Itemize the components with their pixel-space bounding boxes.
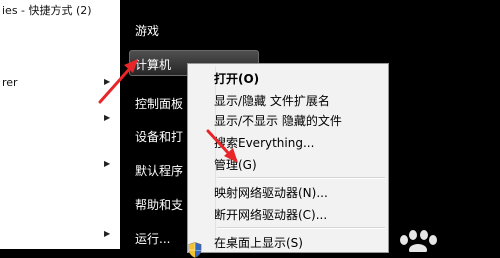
start-menu-default-programs[interactable]: 默认程序 [135, 162, 183, 179]
menu-item-label: 映射网络驱动器(N)... [214, 186, 328, 200]
program-list-item[interactable]: ▶ [0, 226, 120, 244]
start-menu-program-list: ies - 快捷方式 (2) rer ▶ ▶ ▶ ▶ [0, 0, 120, 249]
chevron-right-icon: ▶ [104, 229, 111, 238]
start-menu-games[interactable]: 游戏 [135, 22, 159, 39]
program-list-item-label: rer [2, 76, 18, 89]
menu-item-label: 断开网络驱动器(C)... [214, 208, 328, 222]
menu-item-map-network-drive[interactable]: 映射网络驱动器(N)... [188, 181, 388, 201]
program-list-item[interactable]: ies - 快捷方式 (2) [0, 0, 120, 18]
start-menu-devices-printers[interactable]: 设备和打 [135, 128, 183, 145]
menu-item-toggle-hidden-files[interactable]: 显示/不显示 隐藏的文件 [188, 109, 388, 129]
menu-item-label: 在桌面上显示(S) [214, 236, 303, 250]
menu-item-disconnect-network-drive[interactable]: 断开网络驱动器(C)... [188, 203, 388, 223]
program-list-item[interactable]: ▶ [0, 156, 120, 174]
paw-watermark-icon [400, 230, 437, 252]
chevron-right-icon: ▶ [104, 159, 111, 168]
menu-item-open[interactable]: 打开(O) [188, 67, 388, 87]
start-menu-run[interactable]: 运行... [135, 230, 170, 247]
program-list-item-label: ies - 快捷方式 (2) [2, 4, 92, 17]
menu-item-label: 显示/隐藏 文件扩展名 [214, 94, 330, 108]
menu-separator [217, 227, 385, 229]
program-list-item[interactable]: ▶ [0, 110, 120, 128]
menu-item-toggle-extensions[interactable]: 显示/隐藏 文件扩展名 [188, 89, 388, 109]
chevron-right-icon: ▶ [104, 113, 111, 122]
menu-item-label: 显示/不显示 隐藏的文件 [214, 114, 342, 128]
menu-item-label: 打开(O) [214, 72, 260, 86]
menu-item-show-on-desktop[interactable]: 在桌面上显示(S) [188, 231, 388, 251]
menu-separator [217, 177, 385, 179]
red-arrow-icon [98, 59, 138, 104]
start-menu-help-support[interactable]: 帮助和支 [135, 196, 183, 213]
red-arrow-icon [206, 129, 238, 163]
